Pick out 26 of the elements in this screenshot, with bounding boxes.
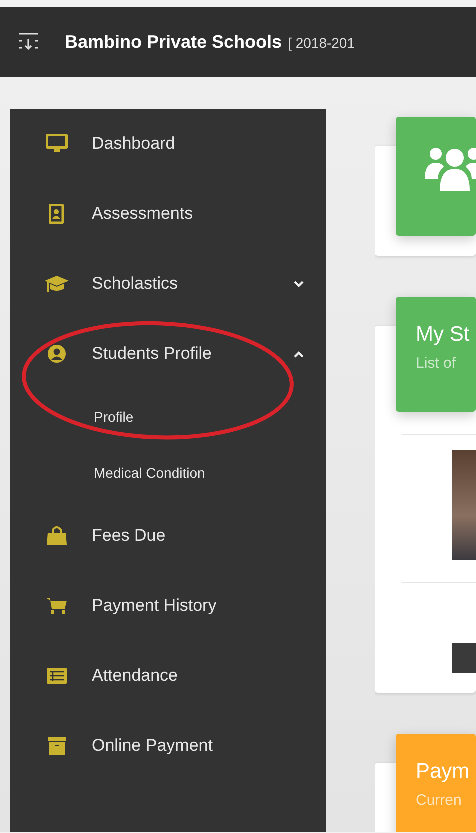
shopping-bag-icon [46,526,68,546]
user-circle-icon [47,344,67,364]
sidebar-item[interactable]: Payment History [10,571,326,641]
sidebar-item[interactable]: Dashboard [10,109,326,179]
school-name: Bambino Private Schools [65,32,282,52]
list-icon [46,667,68,685]
contact-book-icon [49,204,65,224]
card-subtitle: Curren [416,792,463,809]
card-title: My St [416,323,471,347]
sidebar-item[interactable]: Students Profile [10,319,326,389]
sidebar-item[interactable]: Assessments [10,179,326,249]
card-subtitle: List of [416,355,458,372]
sidebar-item[interactable]: Attendance [10,641,326,711]
archive-box-icon [47,736,67,756]
menu-toggle-icon[interactable] [18,32,39,52]
submenu-item[interactable]: Profile [10,389,326,445]
sidebar-item[interactable]: Online Payment [10,711,326,781]
sidebar-item[interactable]: Fees Due [10,501,326,571]
graduation-cap-icon [44,274,70,294]
card-title: Paym [416,760,471,784]
users-icon [424,145,476,193]
session-years: [ 2018-201 [288,34,356,50]
submenu-item[interactable]: Medical Condition [10,445,326,501]
sidebar-item[interactable]: Scholastics [10,249,326,319]
monitor-icon [46,134,68,154]
cart-icon [46,597,68,615]
